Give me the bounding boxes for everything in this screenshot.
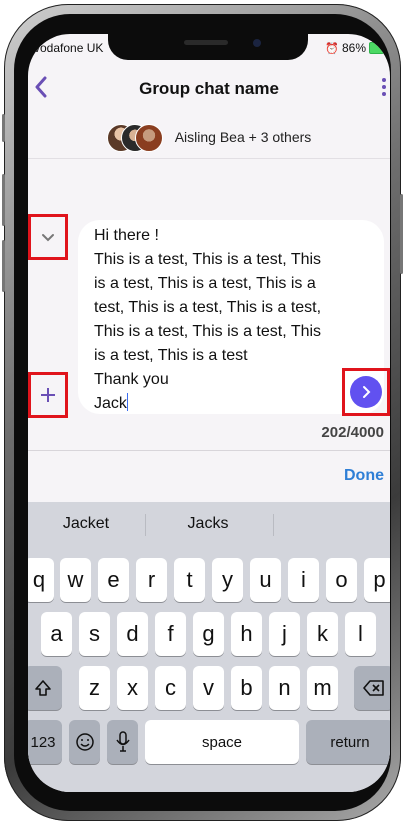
microphone-icon xyxy=(115,731,130,752)
chat-header: Group chat name xyxy=(28,64,390,112)
key-w[interactable]: w xyxy=(60,558,91,602)
battery-icon xyxy=(369,42,384,54)
key-i[interactable]: i xyxy=(288,558,319,602)
suggestion-item[interactable]: Jacks xyxy=(178,515,238,533)
send-button[interactable] xyxy=(350,376,382,408)
key-x[interactable]: x xyxy=(117,666,148,710)
key-c[interactable]: c xyxy=(155,666,186,710)
suggestion-bar: Jacket Jacks xyxy=(28,502,390,548)
avatar xyxy=(134,124,163,152)
emoji-key[interactable] xyxy=(69,720,100,764)
message-last-line: Jack xyxy=(94,395,127,412)
key-z[interactable]: z xyxy=(79,666,110,710)
send-button-highlight xyxy=(342,368,390,416)
key-f[interactable]: f xyxy=(155,612,186,656)
key-h[interactable]: h xyxy=(231,612,262,656)
send-arrow-icon xyxy=(363,386,371,398)
text-caret xyxy=(126,393,128,411)
delete-key[interactable] xyxy=(354,666,390,710)
message-line: is a test, This is a test xyxy=(94,347,248,364)
key-r[interactable]: r xyxy=(136,558,167,602)
mic-key[interactable] xyxy=(107,720,138,764)
key-m[interactable]: m xyxy=(307,666,338,710)
key-d[interactable]: d xyxy=(117,612,148,656)
key-e[interactable]: e xyxy=(98,558,129,602)
numbers-key[interactable]: 123 xyxy=(28,720,62,764)
message-line: Thank you xyxy=(94,371,169,388)
key-a[interactable]: a xyxy=(41,612,72,656)
message-line: test, This is a test, This is a test, xyxy=(94,299,322,316)
carrier-label: vodafone UK xyxy=(34,41,104,55)
plus-icon xyxy=(41,388,55,402)
key-q[interactable]: q xyxy=(28,558,54,602)
group-members[interactable]: Aisling Bea + 3 others xyxy=(28,120,390,154)
divider xyxy=(28,158,390,159)
suggestion-item[interactable]: Jacket xyxy=(56,515,116,533)
message-line: This is a test, This is a test, This xyxy=(94,251,322,268)
key-k[interactable]: k xyxy=(307,612,338,656)
members-label: Aisling Bea + 3 others xyxy=(174,129,312,145)
alarm-icon: ⏰ xyxy=(325,42,339,55)
key-s[interactable]: s xyxy=(79,612,110,656)
message-text[interactable]: Hi there ! This is a test, This is a tes… xyxy=(94,224,354,416)
more-vertical-icon[interactable] xyxy=(382,78,386,96)
return-key[interactable]: return xyxy=(306,720,390,764)
key-y[interactable]: y xyxy=(212,558,243,602)
key-j[interactable]: j xyxy=(269,612,300,656)
message-line: This is a test, This is a test, This xyxy=(94,323,322,340)
key-t[interactable]: t xyxy=(174,558,205,602)
done-button[interactable]: Done xyxy=(344,467,384,485)
message-line: is a test, This is a test, This is a xyxy=(94,275,316,292)
keyboard-toolbar: Done xyxy=(28,451,390,501)
char-counter: 202/4000 xyxy=(321,424,384,441)
key-o[interactable]: o xyxy=(326,558,357,602)
shift-icon xyxy=(35,680,51,696)
page-title: Group chat name xyxy=(139,79,279,98)
key-v[interactable]: v xyxy=(193,666,224,710)
notch xyxy=(108,34,308,60)
message-line: Jack xyxy=(94,392,354,416)
emoji-icon xyxy=(75,733,94,751)
key-u[interactable]: u xyxy=(250,558,281,602)
avatar-stack xyxy=(106,124,163,152)
battery-percent: 86% xyxy=(341,41,366,55)
key-g[interactable]: g xyxy=(193,612,224,656)
shift-key[interactable] xyxy=(28,666,62,710)
chevron-down-icon xyxy=(42,234,54,242)
backspace-icon xyxy=(363,680,384,696)
space-key[interactable]: space xyxy=(145,720,299,764)
add-attachment-button[interactable] xyxy=(28,372,68,418)
key-b[interactable]: b xyxy=(231,666,262,710)
message-line: Hi there ! xyxy=(94,227,159,244)
message-input[interactable]: Hi there ! This is a test, This is a tes… xyxy=(78,220,384,414)
keyboard: Jacket Jacks q w e r t y u i o p a s d f… xyxy=(28,502,390,792)
key-n[interactable]: n xyxy=(269,666,300,710)
key-p[interactable]: p xyxy=(364,558,390,602)
key-l[interactable]: l xyxy=(345,612,376,656)
screen: vodafone UK ⏰ 86% Group chat name Aislin… xyxy=(28,34,390,792)
collapse-button[interactable] xyxy=(28,214,68,260)
